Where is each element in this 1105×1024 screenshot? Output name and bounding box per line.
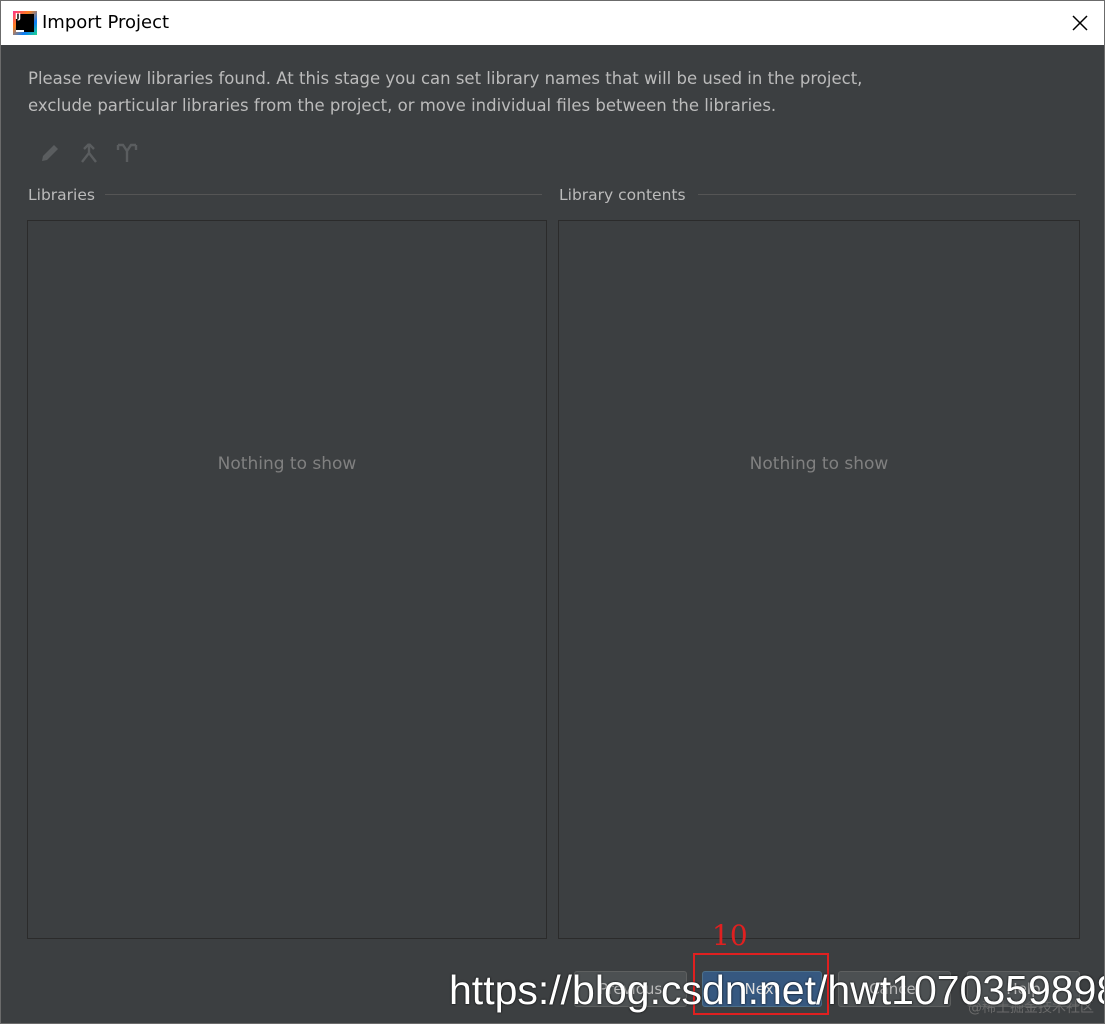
- library-contents-empty-text: Nothing to show: [749, 454, 889, 474]
- watermark-url: https://blog.csdn.net/hwt1070359898: [449, 967, 1105, 1013]
- split-icon[interactable]: [115, 141, 139, 165]
- merge-icon[interactable]: [77, 141, 101, 165]
- libraries-separator: [105, 194, 542, 195]
- library-contents-label: Library contents: [559, 186, 696, 204]
- library-contents-separator: [698, 194, 1076, 195]
- import-project-dialog: IJ Import Project Please review librarie…: [0, 0, 1105, 1024]
- libraries-list[interactable]: Nothing to show: [27, 220, 547, 939]
- libraries-label: Libraries: [28, 186, 105, 204]
- pencil-icon[interactable]: [38, 141, 62, 165]
- window-title: Import Project: [42, 12, 170, 33]
- close-icon[interactable]: [1064, 7, 1096, 39]
- instructions-line-2: exclude particular libraries from the pr…: [28, 96, 777, 115]
- title-bar: IJ Import Project: [1, 1, 1104, 45]
- instructions-line-1: Please review libraries found. At this s…: [28, 69, 863, 88]
- step-annotation-number: 10: [712, 919, 748, 952]
- libraries-empty-text: Nothing to show: [217, 454, 357, 474]
- instructions-text: Please review libraries found. At this s…: [28, 65, 928, 119]
- library-contents-list[interactable]: Nothing to show: [558, 220, 1080, 939]
- intellij-app-icon: IJ: [13, 11, 37, 35]
